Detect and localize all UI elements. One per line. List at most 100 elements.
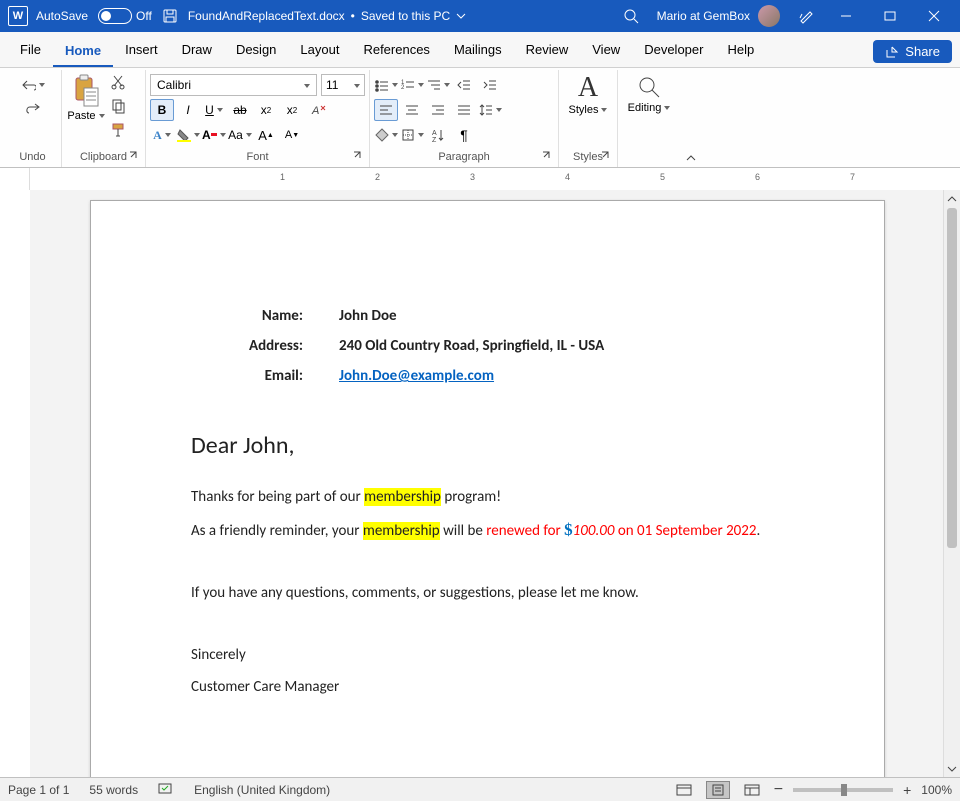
- print-layout-button[interactable]: [706, 781, 730, 799]
- align-right-button[interactable]: [426, 99, 450, 121]
- align-center-button[interactable]: [400, 99, 424, 121]
- change-case-button[interactable]: Aa: [228, 124, 252, 146]
- vertical-scrollbar[interactable]: [943, 190, 960, 777]
- tab-view[interactable]: View: [580, 34, 632, 67]
- format-painter-button[interactable]: [110, 122, 132, 144]
- page-indicator[interactable]: Page 1 of 1: [8, 783, 69, 797]
- superscript-button[interactable]: x2: [280, 99, 304, 121]
- increase-indent-button[interactable]: [478, 74, 502, 96]
- italic-button[interactable]: I: [176, 99, 200, 121]
- shrink-font-button[interactable]: A▼: [280, 124, 304, 146]
- clipboard-group-label: Clipboard: [80, 151, 127, 163]
- strikethrough-button[interactable]: ab: [228, 99, 252, 121]
- save-icon[interactable]: [162, 8, 178, 24]
- clear-formatting-button[interactable]: A: [306, 99, 330, 121]
- web-layout-button[interactable]: [740, 781, 764, 799]
- tab-references[interactable]: References: [351, 34, 441, 67]
- scroll-up-button[interactable]: [944, 190, 960, 207]
- close-button[interactable]: [912, 0, 956, 32]
- subscript-button[interactable]: x2: [254, 99, 278, 121]
- info-table: Name:John Doe Address:240 Old Country Ro…: [191, 301, 622, 391]
- numbering-button[interactable]: 12: [400, 74, 424, 96]
- account-button[interactable]: Mario at GemBox: [649, 5, 788, 27]
- tab-insert[interactable]: Insert: [113, 34, 170, 67]
- decrease-indent-button[interactable]: [452, 74, 476, 96]
- tab-developer[interactable]: Developer: [632, 34, 715, 67]
- font-launcher[interactable]: [351, 150, 365, 164]
- undo-button[interactable]: [21, 74, 45, 96]
- table-row: Name:John Doe: [191, 301, 622, 331]
- search-icon[interactable]: [613, 0, 649, 32]
- collapse-ribbon-button[interactable]: [680, 70, 702, 167]
- chevron-down-icon[interactable]: [456, 12, 466, 20]
- tab-review[interactable]: Review: [514, 34, 581, 67]
- draw-mode-icon[interactable]: [788, 0, 824, 32]
- underline-button[interactable]: U: [202, 99, 226, 121]
- document-title: FoundAndReplacedText.docx • Saved to thi…: [178, 9, 613, 23]
- document-page[interactable]: Name:John Doe Address:240 Old Country Ro…: [90, 200, 885, 777]
- font-size-select[interactable]: 11: [321, 74, 365, 96]
- word-count[interactable]: 55 words: [89, 783, 138, 797]
- show-marks-button[interactable]: ¶: [452, 124, 476, 146]
- styles-icon: A: [578, 72, 598, 103]
- font-group-label: Font: [246, 151, 268, 163]
- tab-design[interactable]: Design: [224, 34, 288, 67]
- styles-launcher[interactable]: [599, 150, 613, 164]
- focus-mode-button[interactable]: [672, 781, 696, 799]
- save-state[interactable]: Saved to this PC: [361, 9, 450, 23]
- name-label: Name:: [191, 301, 321, 331]
- clipboard-launcher[interactable]: [127, 150, 141, 164]
- scroll-thumb[interactable]: [947, 208, 957, 548]
- maximize-button[interactable]: [868, 0, 912, 32]
- zoom-slider[interactable]: [793, 788, 893, 792]
- bullets-button[interactable]: [374, 74, 398, 96]
- spell-check-icon[interactable]: [158, 781, 174, 798]
- zoom-in-button[interactable]: +: [903, 782, 911, 798]
- editing-button[interactable]: Editing: [622, 74, 676, 114]
- align-left-button[interactable]: [374, 99, 398, 121]
- horizontal-ruler[interactable]: 1 2 3 4 5 6 7: [0, 168, 960, 190]
- font-name-select[interactable]: Calibri: [150, 74, 317, 96]
- paragraph-launcher[interactable]: [540, 150, 554, 164]
- tab-home[interactable]: Home: [53, 35, 113, 67]
- autosave-toggle[interactable]: Off: [96, 6, 154, 26]
- language-indicator[interactable]: English (United Kingdom): [194, 783, 330, 797]
- shading-button[interactable]: [374, 124, 398, 146]
- tab-layout[interactable]: Layout: [288, 34, 351, 67]
- justify-button[interactable]: [452, 99, 476, 121]
- zoom-out-button[interactable]: −: [774, 781, 783, 799]
- tab-mailings[interactable]: Mailings: [442, 34, 514, 67]
- redo-button[interactable]: [21, 98, 45, 120]
- paste-button[interactable]: Paste: [66, 74, 106, 149]
- sort-button[interactable]: AZ: [426, 124, 450, 146]
- grow-font-button[interactable]: A▲: [254, 124, 278, 146]
- highlighted-text: membership: [364, 488, 441, 506]
- vertical-ruler[interactable]: [0, 190, 30, 777]
- tab-help[interactable]: Help: [715, 34, 766, 67]
- status-bar: Page 1 of 1 55 words English (United Kin…: [0, 777, 960, 801]
- multilevel-list-button[interactable]: [426, 74, 450, 96]
- document-area: Name:John Doe Address:240 Old Country Ro…: [0, 190, 960, 777]
- cut-button[interactable]: [110, 74, 132, 96]
- title-bar: W AutoSave Off FoundAndReplacedText.docx…: [0, 0, 960, 32]
- tab-file[interactable]: File: [8, 34, 53, 67]
- highlight-button[interactable]: [176, 124, 200, 146]
- line-spacing-button[interactable]: [478, 99, 502, 121]
- text-effects-button[interactable]: A: [150, 124, 174, 146]
- bold-button[interactable]: B: [150, 99, 174, 121]
- styles-button[interactable]: A Styles: [563, 74, 613, 116]
- font-color-button[interactable]: A: [202, 124, 226, 146]
- share-icon: [885, 45, 899, 59]
- borders-button[interactable]: [400, 124, 424, 146]
- paragraph-2: As a friendly reminder, your membership …: [191, 520, 784, 540]
- zoom-level[interactable]: 100%: [921, 783, 952, 797]
- paste-icon: [72, 74, 100, 108]
- tab-draw[interactable]: Draw: [170, 34, 224, 67]
- email-link[interactable]: John.Doe@example.com: [339, 367, 494, 385]
- app-icon: W: [8, 6, 28, 26]
- minimize-button[interactable]: [824, 0, 868, 32]
- paragraph-4: Sincerely: [191, 646, 784, 664]
- scroll-down-button[interactable]: [944, 760, 960, 777]
- copy-button[interactable]: [110, 98, 132, 120]
- share-button[interactable]: Share: [873, 40, 952, 63]
